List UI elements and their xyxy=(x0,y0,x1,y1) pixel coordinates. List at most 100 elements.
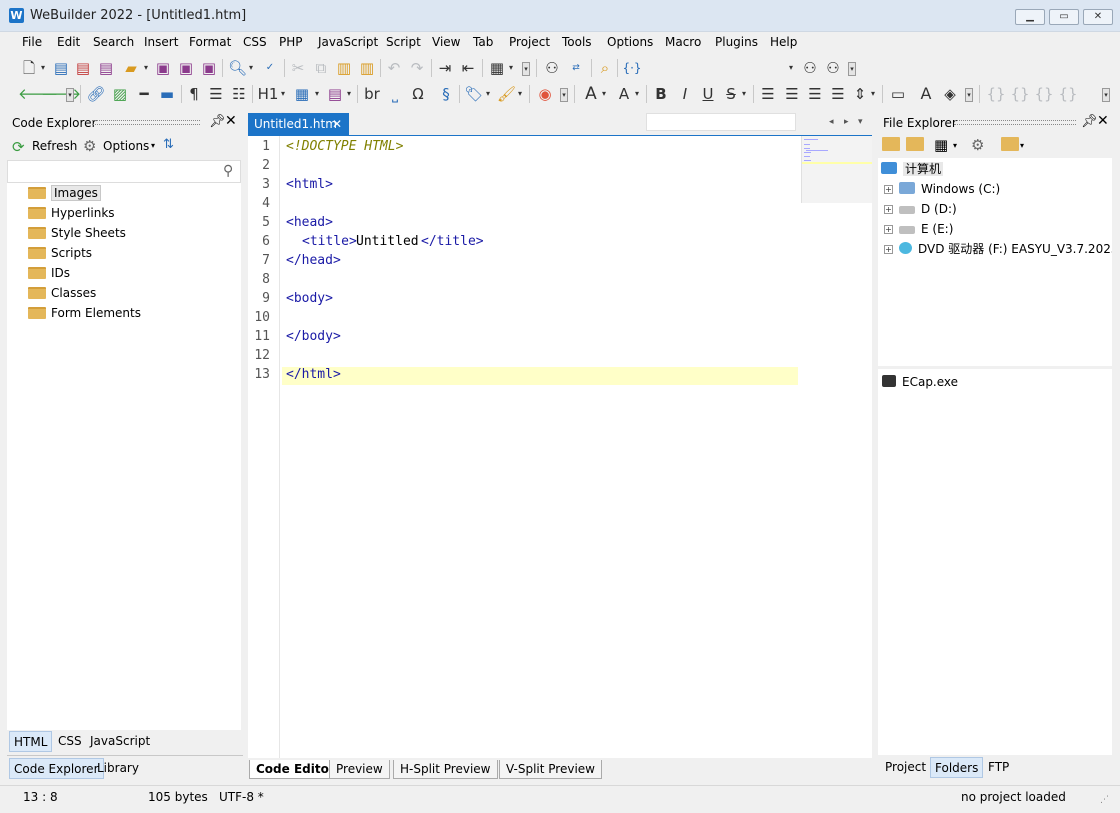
color-picker-icon[interactable]: ◉ xyxy=(535,84,555,104)
cut-icon[interactable]: ✂ xyxy=(289,58,307,78)
quick-search-combo[interactable] xyxy=(646,113,796,131)
expand-icon[interactable]: + xyxy=(884,205,893,214)
minimize-icon[interactable]: ▁ xyxy=(1015,9,1045,25)
find-next-icon[interactable]: ⚇ xyxy=(824,58,842,78)
close-tab-icon[interactable]: ✕ xyxy=(332,113,342,136)
new-dropdown-icon[interactable]: ▾ xyxy=(39,58,47,78)
image-icon[interactable]: ▨ xyxy=(110,84,130,104)
code-editor[interactable] xyxy=(248,136,872,758)
menu-format[interactable]: Format xyxy=(189,35,231,49)
new-php-icon[interactable]: ▤ xyxy=(97,58,115,78)
toolbar-grip[interactable]: ▾ xyxy=(522,62,530,76)
layout-dropdown-icon[interactable]: ▾ xyxy=(507,58,515,78)
tree-item-ids[interactable]: IDs xyxy=(28,264,70,282)
find-dropdown-icon[interactable]: ▾ xyxy=(247,58,255,78)
menu-project[interactable]: Project xyxy=(509,35,550,49)
tab-code-explorer[interactable]: Code Explorer xyxy=(9,758,104,779)
align-center-icon[interactable]: ☰ xyxy=(783,84,801,104)
toolbar-grip[interactable]: ▾ xyxy=(66,88,74,102)
new-html-icon[interactable]: ▤ xyxy=(52,58,70,78)
tree-item-hyperlinks[interactable]: Hyperlinks xyxy=(28,204,115,222)
find-in-files-icon[interactable]: ⌕ xyxy=(596,58,614,78)
search-icon[interactable]: ⚲ xyxy=(223,163,233,179)
close-panel-icon[interactable]: ✕ xyxy=(1097,113,1109,129)
heading-button[interactable]: H1 xyxy=(257,84,279,104)
resize-grip-icon[interactable]: ⋰ xyxy=(1100,795,1109,805)
form-dropdown-icon[interactable]: ▾ xyxy=(345,84,353,104)
highlight-icon[interactable]: ◈ xyxy=(940,84,960,104)
menu-script[interactable]: Script xyxy=(386,35,421,49)
line-spacing-dropdown-icon[interactable]: ▾ xyxy=(869,84,877,104)
folder-up-icon[interactable] xyxy=(882,137,900,151)
tab-list-icon[interactable]: ▾ xyxy=(858,117,863,127)
line-break-button[interactable]: br xyxy=(361,84,383,104)
script-bracket-icon[interactable]: {} xyxy=(1057,84,1079,104)
tab-scroll-right-icon[interactable]: ▸ xyxy=(844,117,849,127)
find-prev-icon[interactable]: ⚇ xyxy=(801,58,819,78)
tree-drive-f[interactable]: +DVD 驱动器 (F:) EASYU_V3.7.2023.05 xyxy=(884,240,1112,258)
refresh-button[interactable]: Refresh xyxy=(32,139,77,153)
tree-drive-c[interactable]: + Windows (C:) xyxy=(884,180,1000,198)
tab-javascript[interactable]: JavaScript xyxy=(86,731,154,752)
align-right-icon[interactable]: ☰ xyxy=(806,84,824,104)
refresh-icon[interactable]: ⟳ xyxy=(12,138,25,156)
tree-item-scripts[interactable]: Scripts xyxy=(28,244,92,262)
form-icon[interactable]: ▤ xyxy=(325,84,345,104)
replace-icon[interactable]: ⇄ xyxy=(566,58,586,78)
menu-css[interactable]: CSS xyxy=(243,35,267,49)
folder-icon[interactable] xyxy=(1001,137,1019,151)
tree-item-classes[interactable]: Classes xyxy=(28,284,96,302)
brush-dropdown-icon[interactable]: ▾ xyxy=(516,84,524,104)
heading-dropdown-icon[interactable]: ▾ xyxy=(279,84,287,104)
menu-edit[interactable]: Edit xyxy=(57,35,80,49)
encoding-indicator[interactable]: UTF-8 * xyxy=(219,790,264,804)
paragraph-icon[interactable]: ¶ xyxy=(185,84,203,104)
copy-icon[interactable]: ⧉ xyxy=(312,58,330,78)
block-icon[interactable]: ▭ xyxy=(889,84,907,104)
save-icon[interactable]: ▣ xyxy=(154,58,172,78)
tree-item-images[interactable]: Images xyxy=(28,184,101,202)
tab-ftp[interactable]: FTP xyxy=(984,757,1013,778)
gear-icon[interactable]: ⚙ xyxy=(971,136,984,154)
paste-icon[interactable]: ▥ xyxy=(335,58,353,78)
tag-icon[interactable]: 🏷︎ xyxy=(464,84,484,104)
menu-insert[interactable]: Insert xyxy=(144,35,178,49)
menu-options[interactable]: Options xyxy=(607,35,653,49)
view-mode-dropdown-icon[interactable]: ▾ xyxy=(953,141,957,150)
tab-html[interactable]: HTML xyxy=(9,731,53,752)
maximize-icon[interactable]: ▭ xyxy=(1049,9,1079,25)
code-minimap[interactable] xyxy=(801,136,872,203)
numbered-list-icon[interactable]: ☷ xyxy=(230,84,248,104)
special-char-icon[interactable]: Ω xyxy=(408,84,428,104)
view-mode-icon[interactable]: ▦ xyxy=(934,136,948,154)
tab-v-split-preview[interactable]: V-Split Preview xyxy=(499,760,602,779)
outdent-icon[interactable]: ⇤ xyxy=(459,58,477,78)
folder-dropdown-icon[interactable]: ▾ xyxy=(1020,141,1024,150)
forward-arrow-icon[interactable]: 🡒 xyxy=(41,84,81,104)
tab-css[interactable]: CSS xyxy=(54,731,86,752)
tree-drive-e[interactable]: + E (E:) xyxy=(884,220,953,238)
options-dropdown-icon[interactable]: ▾ xyxy=(151,141,155,150)
indent-icon[interactable]: ⇥ xyxy=(436,58,454,78)
tag-dropdown-icon[interactable]: ▾ xyxy=(484,84,492,104)
code-snippet-icon[interactable]: {·} xyxy=(622,58,642,78)
close-panel-icon[interactable]: ✕ xyxy=(225,113,237,129)
file-item-ecap[interactable]: ECap.exe xyxy=(882,373,958,391)
gear-icon[interactable]: ⚙ xyxy=(83,137,96,155)
underline-button[interactable]: U xyxy=(699,84,717,104)
bold-button[interactable]: B xyxy=(652,84,670,104)
paste-special-icon[interactable]: ▥ xyxy=(358,58,376,78)
menu-help[interactable]: Help xyxy=(770,35,797,49)
tree-drive-d[interactable]: + D (D:) xyxy=(884,200,957,218)
bullet-list-icon[interactable]: ☰ xyxy=(207,84,225,104)
panel-drag-handle[interactable] xyxy=(92,120,200,125)
sort-az-icon[interactable]: ⇅ xyxy=(163,137,174,152)
menu-plugins[interactable]: Plugins xyxy=(715,35,758,49)
tab-code-editor[interactable]: Code Editor xyxy=(249,760,342,779)
font-size-icon[interactable]: A xyxy=(615,84,633,104)
menu-macro[interactable]: Macro xyxy=(665,35,701,49)
link-icon[interactable]: 🔗︎ xyxy=(86,84,106,104)
pin-icon[interactable]: 📌︎ xyxy=(1081,114,1098,129)
options-button[interactable]: Options xyxy=(103,139,149,153)
brush-icon[interactable]: 🖌︎ xyxy=(497,84,516,104)
